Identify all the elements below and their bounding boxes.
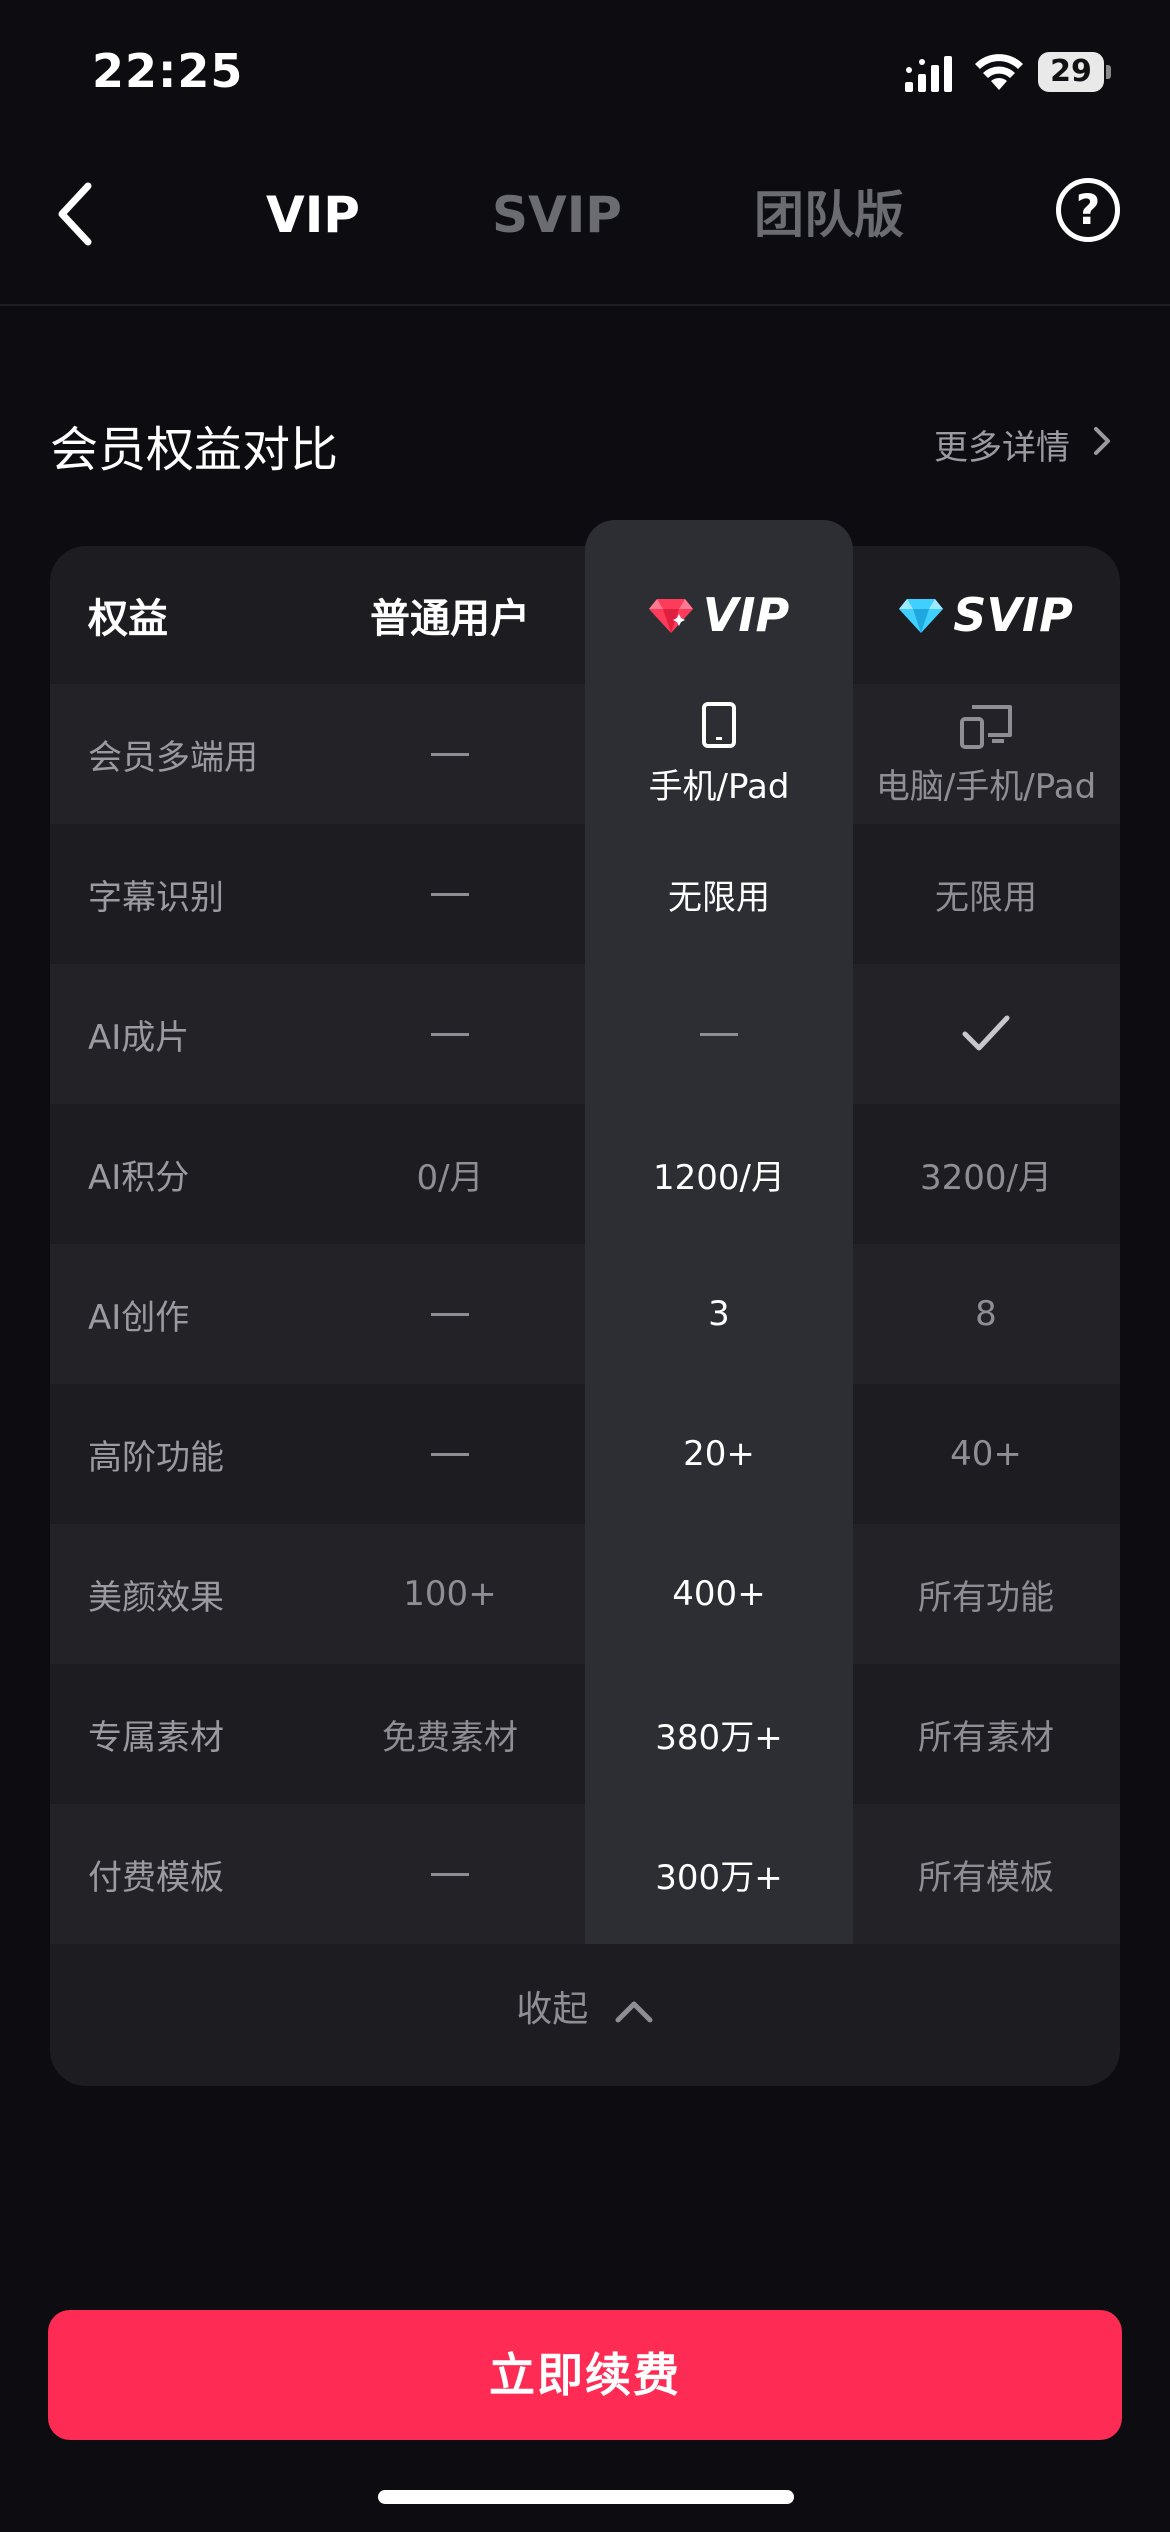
tablet-icon (702, 701, 736, 748)
row-label: 会员多端用 (88, 737, 258, 778)
dash-icon (431, 1312, 469, 1316)
tab-vip[interactable]: VIP (266, 180, 360, 250)
cell-svip: 3200/月 (920, 1157, 1052, 1198)
row-label: 高阶功能 (88, 1437, 224, 1478)
cell-vip: 300万+ (655, 1857, 783, 1898)
cell-normal: 100+ (403, 1574, 497, 1614)
header-svip: SVIP (853, 546, 1119, 684)
back-chevron-icon[interactable] (52, 180, 96, 248)
collapse-label: 收起 (516, 1989, 589, 2030)
cell-vip-text: 手机/Pad (648, 766, 790, 807)
dash-icon (431, 892, 469, 896)
home-indicator (378, 2490, 794, 2504)
cell-normal: 0/月 (416, 1157, 484, 1198)
diamond-gem-icon (899, 599, 944, 633)
row-label: 美颜效果 (88, 1577, 224, 1618)
chevron-up-icon (615, 2001, 653, 2023)
more-details-link[interactable]: 更多详情 (934, 420, 1070, 469)
row-label: 专属素材 (88, 1717, 224, 1758)
cell-svip: 所有功能 (918, 1577, 1054, 1618)
header-benefit: 权益 (88, 596, 168, 642)
collapse-button[interactable]: 收起 (0, 1980, 1170, 2032)
header-svip-label: SVIP (953, 588, 1073, 642)
cell-normal (330, 684, 570, 824)
cell-normal (330, 1384, 570, 1524)
header-vip-label: VIP (702, 588, 790, 642)
cell-vip: 1200/月 (653, 1157, 785, 1198)
status-time: 22:25 (92, 44, 244, 98)
cell-normal (330, 1244, 570, 1384)
status-bar: 22:25 29 (0, 0, 1170, 150)
header-vip: VIP (585, 546, 853, 684)
cell-svip: 电脑/手机/Pad (853, 684, 1119, 824)
cell-svip: 所有模板 (918, 1857, 1054, 1898)
row-label: 字幕识别 (88, 877, 224, 918)
battery-level: 29 (1050, 54, 1092, 89)
dash-icon (431, 1452, 469, 1456)
dash-icon (700, 1032, 738, 1036)
ruby-gem-icon (648, 599, 693, 633)
top-nav: VIP SVIP 团队版 ? (0, 150, 1170, 306)
cell-svip: 所有素材 (918, 1717, 1054, 1758)
cell-vip: 无限用 (668, 877, 770, 918)
row-label: 付费模板 (88, 1857, 224, 1898)
section-title: 会员权益对比 (50, 422, 339, 478)
desktop-phone-icon (960, 704, 1012, 749)
cell-vip: 3 (708, 1294, 730, 1334)
cell-vip (585, 964, 853, 1104)
cell-svip-text: 电脑/手机/Pad (875, 766, 1097, 807)
renew-now-button[interactable]: 立即续费 (48, 2310, 1122, 2440)
dash-icon (431, 1872, 469, 1876)
dash-icon (431, 752, 469, 756)
cell-svip (853, 964, 1119, 1104)
cell-normal (330, 824, 570, 964)
tab-team[interactable]: 团队版 (754, 180, 904, 250)
cell-vip: 400+ (672, 1574, 766, 1614)
cell-vip: 380万+ (655, 1717, 783, 1758)
checkmark-icon (962, 1015, 1010, 1051)
cell-normal: 免费素材 (382, 1717, 518, 1758)
row-label: AI创作 (88, 1297, 190, 1338)
dash-icon (431, 1032, 469, 1036)
cell-svip: 40+ (950, 1434, 1022, 1474)
cell-vip: 20+ (683, 1434, 755, 1474)
cell-normal (330, 964, 570, 1104)
battery-icon: 29 (1038, 52, 1112, 92)
help-icon[interactable]: ? (1056, 178, 1120, 242)
chevron-right-icon[interactable] (1092, 426, 1112, 456)
header-normal-user: 普通用户 (370, 596, 530, 642)
cell-svip: 无限用 (935, 877, 1037, 918)
cell-normal (330, 1804, 570, 1944)
cellular-signal-icon (905, 56, 952, 92)
cell-svip: 8 (975, 1294, 997, 1334)
row-label: AI积分 (88, 1157, 190, 1198)
row-label: AI成片 (88, 1017, 190, 1058)
cell-vip: 手机/Pad (585, 684, 853, 824)
tab-svip[interactable]: SVIP (492, 180, 622, 250)
wifi-icon (975, 54, 1023, 90)
